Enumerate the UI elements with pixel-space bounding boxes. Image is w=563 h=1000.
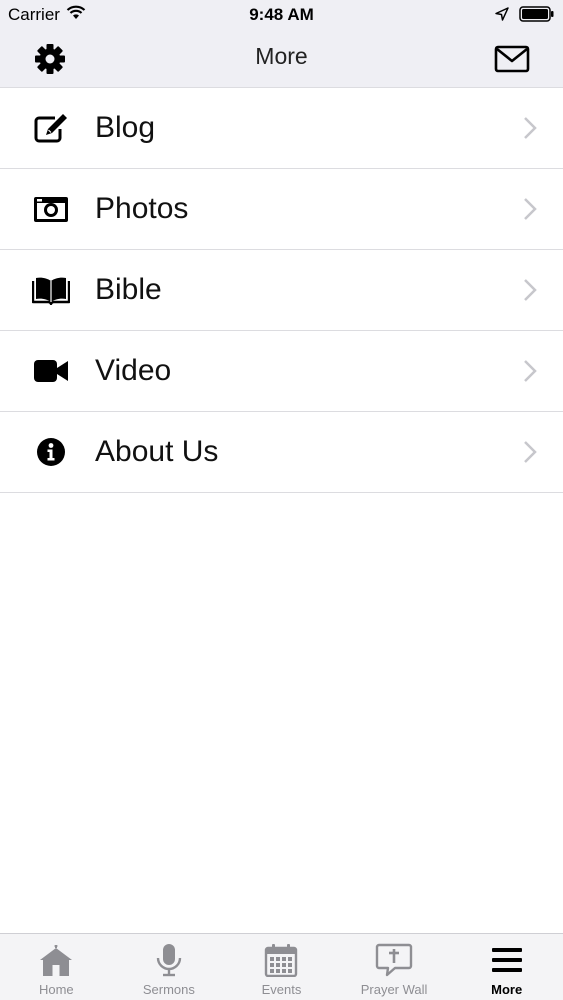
mail-button[interactable]	[494, 44, 530, 74]
tab-label: Events	[261, 982, 302, 997]
home-icon	[36, 942, 76, 978]
edit-icon	[32, 110, 70, 146]
chevron-right-icon	[523, 197, 537, 221]
tab-label: Prayer Wall	[360, 982, 428, 997]
menu-item-label: About Us	[95, 435, 219, 468]
tab-bar: Home Sermons Events Prayer Wall More	[0, 933, 563, 1000]
chevron-right-icon	[523, 116, 537, 140]
tab-events[interactable]: Events	[225, 934, 338, 1000]
menu-item-label: Video	[95, 354, 172, 387]
chevron-right-icon	[523, 278, 537, 302]
menu-item-about-us[interactable]: About Us	[0, 412, 563, 493]
tab-label: More	[491, 982, 523, 997]
status-time: 9:48 AM	[249, 5, 314, 24]
menu-item-label: Blog	[95, 111, 156, 144]
menu-item-video[interactable]: Video	[0, 331, 563, 412]
mail-icon	[494, 45, 530, 73]
page-title: More	[255, 43, 308, 69]
battery-icon	[519, 6, 555, 27]
tab-prayer-wall[interactable]: Prayer Wall	[338, 934, 451, 1000]
info-icon	[32, 434, 70, 470]
chevron-right-icon	[523, 359, 537, 383]
tab-home[interactable]: Home	[0, 934, 113, 1000]
microphone-icon	[149, 942, 189, 978]
prayer-bubble-icon	[374, 942, 414, 978]
menu-item-label: Bible	[95, 273, 162, 306]
location-arrow-icon	[495, 7, 509, 26]
menu-list: Blog Photos Bible Video About Us	[0, 88, 563, 493]
tab-sermons[interactable]: Sermons	[113, 934, 226, 1000]
book-icon	[32, 272, 70, 308]
menu-item-blog[interactable]: Blog	[0, 88, 563, 169]
menu-item-photos[interactable]: Photos	[0, 169, 563, 250]
calendar-icon	[261, 942, 301, 978]
tab-more[interactable]: More	[450, 934, 563, 1000]
status-bar: Carrier 9:48 AM	[0, 0, 563, 30]
nav-bar: More	[0, 30, 563, 88]
tab-label: Sermons	[142, 982, 195, 997]
menu-item-bible[interactable]: Bible	[0, 250, 563, 331]
hamburger-icon	[487, 942, 527, 978]
status-right	[495, 6, 555, 27]
tab-label: Home	[38, 982, 74, 997]
video-camera-icon	[32, 353, 70, 389]
menu-item-label: Photos	[95, 192, 189, 225]
chevron-right-icon	[523, 440, 537, 464]
camera-icon	[32, 191, 70, 227]
